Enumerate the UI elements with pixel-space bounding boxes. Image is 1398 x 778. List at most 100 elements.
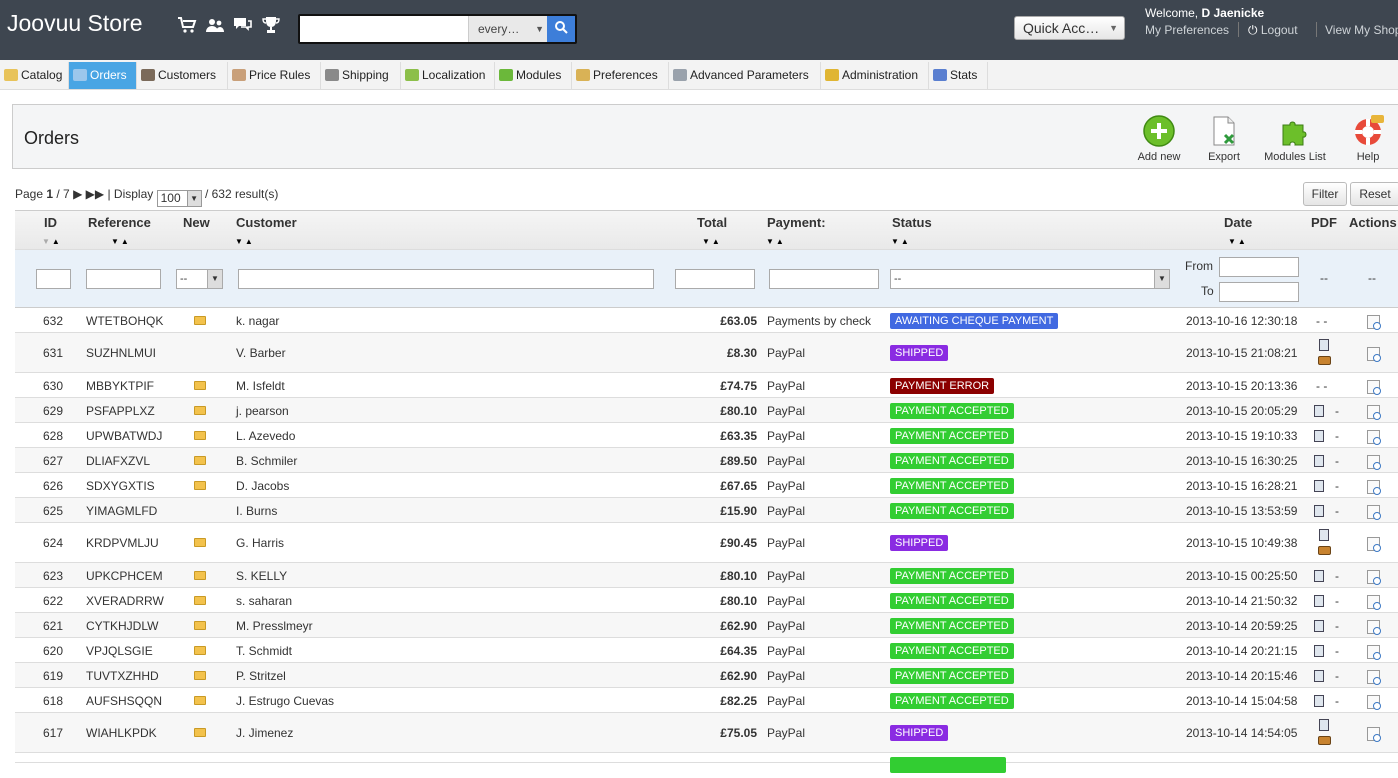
invoice-pdf-icon[interactable] <box>1319 339 1329 351</box>
cart-icon[interactable] <box>176 16 198 38</box>
date-from-input[interactable] <box>1219 257 1299 277</box>
table-row[interactable]: 618 AUFSHSQQN J. Estrugo Cuevas £82.25 PayPa… <box>15 688 1398 713</box>
search-scope-select[interactable]: every… ▼ <box>468 16 548 42</box>
filter-total-input[interactable] <box>675 269 755 289</box>
filter-id-input[interactable] <box>36 269 71 289</box>
new-message-icon[interactable] <box>194 481 206 490</box>
table-row[interactable]: 621 CYTKHJDLW M. Presslmeyr £62.90 PayPal PAY… <box>15 613 1398 638</box>
view-order-icon[interactable] <box>1367 695 1381 710</box>
tab-orders[interactable]: Orders <box>69 62 137 89</box>
next-page-icon[interactable]: ▶ <box>73 187 82 201</box>
sort-arrows-icon[interactable]: ▼▲ <box>1228 237 1248 246</box>
reset-button[interactable]: Reset <box>1350 182 1398 206</box>
view-order-icon[interactable] <box>1367 380 1381 395</box>
last-page-icon[interactable]: ▶▶ <box>86 187 104 201</box>
tab-localization[interactable]: Localization <box>401 62 495 89</box>
delivery-slip-icon[interactable] <box>1318 546 1331 555</box>
tab-catalog[interactable]: Catalog <box>0 62 69 89</box>
tab-advanced-parameters[interactable]: Advanced Parameters <box>669 62 821 89</box>
per-page-select[interactable]: 100 ▼ <box>156 190 202 207</box>
view-order-icon[interactable] <box>1367 727 1381 742</box>
invoice-pdf-icon[interactable] <box>1314 505 1324 517</box>
new-message-icon[interactable] <box>194 381 206 390</box>
view-order-icon[interactable] <box>1367 537 1381 552</box>
new-message-icon[interactable] <box>194 431 206 440</box>
table-row[interactable]: 623 UPKCPHCEM S. KELLY £80.10 PayPal PAYMENT … <box>15 563 1398 588</box>
new-message-icon[interactable] <box>194 538 206 547</box>
quick-access-select[interactable]: Quick Acc… ▼ <box>1014 16 1125 40</box>
view-order-icon[interactable] <box>1367 405 1381 420</box>
table-row[interactable]: 630 MBBYKTPIF M. Isfeldt £74.75 PayPal PAYMEN… <box>15 373 1398 398</box>
table-row[interactable]: 620 VPJQLSGIE T. Schmidt £64.35 PayPal PAYMEN… <box>15 638 1398 663</box>
my-preferences-link[interactable]: My Preferences <box>1145 23 1229 37</box>
invoice-pdf-icon[interactable] <box>1314 645 1324 657</box>
sort-arrows-icon[interactable]: ▼▲ <box>766 237 786 246</box>
table-row[interactable]: 627 DLIAFXZVL B. Schmiler £89.50 PayPal PAYME… <box>15 448 1398 473</box>
customers-icon[interactable] <box>204 16 226 38</box>
invoice-pdf-icon[interactable] <box>1314 430 1324 442</box>
filter-customer-input[interactable] <box>238 269 654 289</box>
table-row[interactable]: 629 PSFAPPLXZ j. pearson £80.10 PayPal PAYMEN… <box>15 398 1398 423</box>
shop-title[interactable]: Joovuu Store <box>7 10 143 37</box>
invoice-pdf-icon[interactable] <box>1319 529 1329 541</box>
sort-arrows-icon[interactable]: ▼▲ <box>702 237 722 246</box>
table-row[interactable]: 628 UPWBATWDJ L. Azevedo £63.35 PayPal PAYMEN… <box>15 423 1398 448</box>
invoice-pdf-icon[interactable] <box>1314 670 1324 682</box>
table-row[interactable]: 619 TUVTXZHHD P. Stritzel £62.90 PayPal PAYME… <box>15 663 1398 688</box>
tab-administration[interactable]: Administration <box>821 62 929 89</box>
table-row[interactable]: 631 SUZHNLMUI V. Barber £8.30 PayPal SHIPPED 2… <box>15 333 1398 373</box>
view-order-icon[interactable] <box>1367 430 1381 445</box>
view-order-icon[interactable] <box>1367 480 1381 495</box>
view-shop-link[interactable]: View My Shop <box>1325 23 1398 37</box>
sort-arrows-icon[interactable]: ▼▲ <box>42 237 62 246</box>
filter-payment-input[interactable] <box>769 269 879 289</box>
tab-shipping[interactable]: Shipping <box>321 62 401 89</box>
invoice-pdf-icon[interactable] <box>1314 595 1324 607</box>
view-order-icon[interactable] <box>1367 315 1381 330</box>
tab-price-rules[interactable]: Price Rules <box>228 62 321 89</box>
filter-status-select[interactable]: -- ▼ <box>890 269 1170 289</box>
new-message-icon[interactable] <box>194 646 206 655</box>
filter-button[interactable]: Filter <box>1303 182 1347 206</box>
search-input[interactable] <box>302 18 468 40</box>
sort-arrows-icon[interactable]: ▼▲ <box>235 237 255 246</box>
filter-reference-input[interactable] <box>86 269 161 289</box>
invoice-pdf-icon[interactable] <box>1314 570 1324 582</box>
new-message-icon[interactable] <box>194 728 206 737</box>
table-row[interactable]: 632 WTETBOHQK k. nagar £63.05 Payments by ch… <box>15 308 1398 333</box>
modules-list-button[interactable]: Modules List <box>1262 115 1328 163</box>
export-button[interactable]: Export <box>1200 115 1248 163</box>
tab-stats[interactable]: Stats <box>929 62 988 89</box>
tab-preferences[interactable]: Preferences <box>572 62 669 89</box>
help-button[interactable]: Help <box>1348 115 1388 163</box>
table-row[interactable]: 624 KRDPVMLJU G. Harris £90.45 PayPal SHIPPED… <box>15 523 1398 563</box>
invoice-pdf-icon[interactable] <box>1319 719 1329 731</box>
add-new-button[interactable]: Add new <box>1134 115 1184 163</box>
invoice-pdf-icon[interactable] <box>1314 480 1324 492</box>
new-message-icon[interactable] <box>194 571 206 580</box>
view-order-icon[interactable] <box>1367 347 1381 362</box>
delivery-slip-icon[interactable] <box>1318 736 1331 745</box>
table-row[interactable] <box>15 753 1398 773</box>
view-order-icon[interactable] <box>1367 620 1381 635</box>
tab-customers[interactable]: Customers <box>137 62 228 89</box>
logout-link[interactable]: ⏻ Logout <box>1248 23 1298 38</box>
delivery-slip-icon[interactable] <box>1318 356 1331 365</box>
tab-modules[interactable]: Modules <box>495 62 572 89</box>
new-message-icon[interactable] <box>194 596 206 605</box>
table-row[interactable]: 625 YIMAGMLFD I. Burns £15.90 PayPal PAYMENT … <box>15 498 1398 523</box>
sort-arrows-icon[interactable]: ▼▲ <box>111 237 131 246</box>
view-order-icon[interactable] <box>1367 645 1381 660</box>
new-message-icon[interactable] <box>194 621 206 630</box>
date-to-input[interactable] <box>1219 282 1299 302</box>
trophy-icon[interactable] <box>260 16 282 38</box>
table-row[interactable]: 617 WIAHLKPDK J. Jimenez £75.05 PayPal SHIPPE… <box>15 713 1398 753</box>
view-order-icon[interactable] <box>1367 505 1381 520</box>
filter-new-select[interactable]: -- ▼ <box>176 269 223 289</box>
view-order-icon[interactable] <box>1367 670 1381 685</box>
sort-arrows-icon[interactable]: ▼▲ <box>891 237 911 246</box>
search-button[interactable] <box>547 16 575 42</box>
new-message-icon[interactable] <box>194 671 206 680</box>
messages-icon[interactable] <box>232 16 254 38</box>
invoice-pdf-icon[interactable] <box>1314 455 1324 467</box>
